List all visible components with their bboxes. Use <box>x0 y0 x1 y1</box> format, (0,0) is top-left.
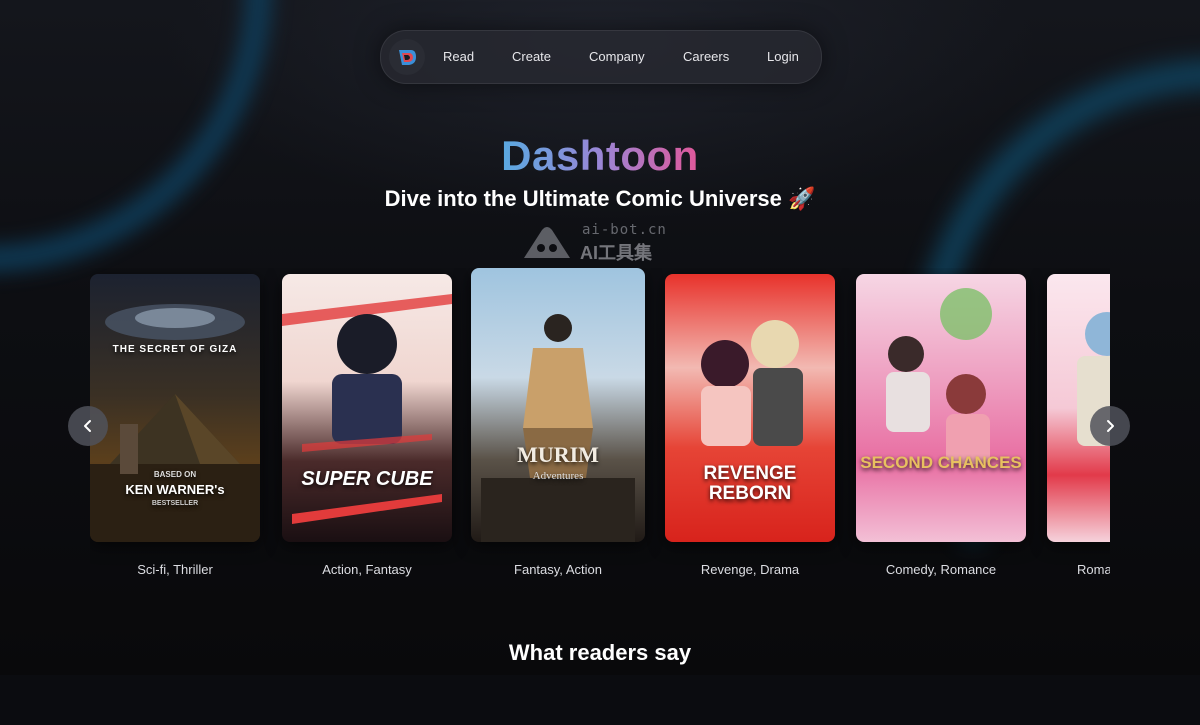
comic-cover: SECOND CHANCES <box>856 274 1026 542</box>
comic-cover: MURIM Adventures <box>471 268 645 542</box>
comic-genre: Sci-fi, Thriller <box>137 562 213 577</box>
watermark: ai-bot.cn AI工具集 <box>520 222 690 263</box>
nav-create-link[interactable]: Create <box>512 31 551 83</box>
comic-genre: Fantasy, Action <box>514 562 602 577</box>
cover-author: KEN WARNER's <box>125 482 225 497</box>
nav-login-link[interactable]: Login <box>767 31 799 83</box>
testimonials-heading: What readers say <box>508 640 692 665</box>
chevron-right-icon <box>1107 420 1114 432</box>
chevron-left-icon <box>84 420 91 432</box>
carousel-prev-button[interactable] <box>68 406 108 446</box>
comic-cover: THE SECRET OF GIZA BASED ON KEN WARNER's… <box>90 274 260 542</box>
comic-card-second-chances[interactable]: SECOND CHANCES Comedy, Romance <box>856 274 1026 577</box>
carousel-next-button[interactable] <box>1090 406 1130 446</box>
comic-genre: Roma <box>1077 562 1110 577</box>
comic-cover: REVENGE REBORN <box>665 274 835 542</box>
cover-note: BESTSELLER <box>151 500 199 507</box>
top-nav: Read Create Company Careers Login <box>380 30 822 84</box>
nav-read-link[interactable]: Read <box>443 31 474 83</box>
watermark-robot-icon <box>524 227 570 258</box>
nav-careers-link[interactable]: Careers <box>683 31 729 83</box>
comic-card-super-cube[interactable]: SUPER CUBE Action, Fantasy <box>282 274 452 577</box>
cover-art <box>886 288 992 464</box>
nav-company-link[interactable]: Company <box>589 31 645 83</box>
cover-subtitle: Adventures <box>532 470 584 482</box>
watermark-domain: ai-bot.cn <box>582 222 667 238</box>
cover-title-text: MURIM <box>517 442 599 467</box>
cover-title-text: SUPER CUBE <box>301 468 433 490</box>
watermark-brand: AI工具集 <box>580 243 652 263</box>
comic-cover: SUPER CUBE <box>282 274 452 542</box>
cover-title-text: SECOND CHANCES <box>860 453 1022 472</box>
comic-genre: Comedy, Romance <box>885 562 997 577</box>
comic-card-revenge-reborn[interactable]: REVENGE REBORN Revenge, Drama <box>665 274 835 577</box>
dashtoon-logo-icon[interactable] <box>389 39 425 75</box>
cover-title-text: THE SECRET OF GIZA <box>112 344 238 355</box>
comic-genre: Action, Fantasy <box>322 562 412 577</box>
hero-tagline: Dive into the Ultimate Comic Universe 🚀 <box>384 186 816 211</box>
comic-carousel: THE SECRET OF GIZA BASED ON KEN WARNER's… <box>90 268 1110 588</box>
comic-genre: Revenge, Drama <box>700 562 800 577</box>
brand-title: Dashtoon <box>501 132 699 179</box>
comic-card-murim-adventures[interactable]: MURIM Adventures Fantasy, Action <box>471 268 645 577</box>
cover-title-text: REVENGE REBORN <box>703 463 797 504</box>
cover-based-on: BASED ON <box>153 470 197 479</box>
comic-card-secret-of-giza[interactable]: THE SECRET OF GIZA BASED ON KEN WARNER's… <box>90 274 260 577</box>
cover-art <box>481 314 635 542</box>
cover-art <box>282 294 452 524</box>
